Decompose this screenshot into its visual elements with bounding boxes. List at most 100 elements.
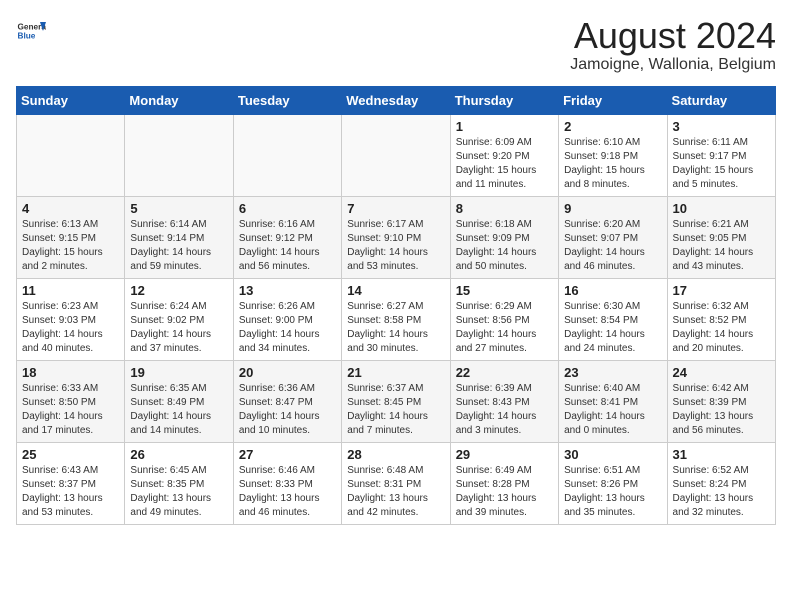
- calendar-cell: 28 Sunrise: 6:48 AM Sunset: 8:31 PM Dayli…: [342, 442, 450, 524]
- day-info: Sunrise: 6:35 AM Sunset: 8:49 PM Dayligh…: [130, 382, 227, 438]
- weekday-header-tuesday: Tuesday: [233, 86, 341, 114]
- calendar-cell: [342, 114, 450, 196]
- day-info: Sunrise: 6:32 AM Sunset: 8:52 PM Dayligh…: [673, 300, 770, 356]
- day-info: Sunrise: 6:43 AM Sunset: 8:37 PM Dayligh…: [22, 464, 119, 520]
- day-number: 31: [673, 447, 770, 462]
- day-number: 2: [564, 119, 661, 134]
- day-info: Sunrise: 6:42 AM Sunset: 8:39 PM Dayligh…: [673, 382, 770, 438]
- day-number: 5: [130, 201, 227, 216]
- day-info: Sunrise: 6:16 AM Sunset: 9:12 PM Dayligh…: [239, 218, 336, 274]
- day-info: Sunrise: 6:30 AM Sunset: 8:54 PM Dayligh…: [564, 300, 661, 356]
- calendar-cell: [233, 114, 341, 196]
- day-info: Sunrise: 6:40 AM Sunset: 8:41 PM Dayligh…: [564, 382, 661, 438]
- calendar-cell: 2 Sunrise: 6:10 AM Sunset: 9:18 PM Daylig…: [559, 114, 667, 196]
- calendar-cell: 31Sunrise: 6:52 AM Sunset: 8:24 PM Dayli…: [667, 442, 775, 524]
- calendar-cell: 21Sunrise: 6:37 AM Sunset: 8:45 PM Dayli…: [342, 360, 450, 442]
- day-number: 16: [564, 283, 661, 298]
- day-info: Sunrise: 6:33 AM Sunset: 8:50 PM Dayligh…: [22, 382, 119, 438]
- day-number: 14: [347, 283, 444, 298]
- calendar-week-row: 4Sunrise: 6:13 AM Sunset: 9:15 PM Daylig…: [17, 196, 776, 278]
- title-block: August 2024 Jamoigne, Wallonia, Belgium: [570, 16, 776, 74]
- calendar-cell: 13 Sunrise: 6:26 AM Sunset: 9:00 PM Dayli…: [233, 278, 341, 360]
- calendar-cell: [17, 114, 125, 196]
- day-info: Sunrise: 6:36 AM Sunset: 8:47 PM Dayligh…: [239, 382, 336, 438]
- calendar-cell: 23 Sunrise: 6:40 AM Sunset: 8:41 PM Dayli…: [559, 360, 667, 442]
- calendar-week-row: 25 Sunrise: 6:43 AM Sunset: 8:37 PM Dayli…: [17, 442, 776, 524]
- day-number: 15: [456, 283, 553, 298]
- day-info: Sunrise: 6:24 AM Sunset: 9:02 PM Dayligh…: [130, 300, 227, 356]
- calendar-cell: 24Sunrise: 6:42 AM Sunset: 8:39 PM Dayli…: [667, 360, 775, 442]
- calendar-cell: 3Sunrise: 6:11 AM Sunset: 9:17 PM Daylig…: [667, 114, 775, 196]
- day-number: 11: [22, 283, 119, 298]
- day-info: Sunrise: 6:51 AM Sunset: 8:26 PM Dayligh…: [564, 464, 661, 520]
- day-number: 28: [347, 447, 444, 462]
- calendar-cell: 10Sunrise: 6:21 AM Sunset: 9:05 PM Dayli…: [667, 196, 775, 278]
- day-info: Sunrise: 6:39 AM Sunset: 8:43 PM Dayligh…: [456, 382, 553, 438]
- day-number: 25: [22, 447, 119, 462]
- day-info: Sunrise: 6:17 AM Sunset: 9:10 PM Dayligh…: [347, 218, 444, 274]
- day-info: Sunrise: 6:10 AM Sunset: 9:18 PM Dayligh…: [564, 136, 661, 192]
- calendar-cell: 8 Sunrise: 6:18 AM Sunset: 9:09 PM Daylig…: [450, 196, 558, 278]
- weekday-header-wednesday: Wednesday: [342, 86, 450, 114]
- day-number: 6: [239, 201, 336, 216]
- day-number: 18: [22, 365, 119, 380]
- day-number: 1: [456, 119, 553, 134]
- day-info: Sunrise: 6:23 AM Sunset: 9:03 PM Dayligh…: [22, 300, 119, 356]
- calendar-cell: 27 Sunrise: 6:46 AM Sunset: 8:33 PM Dayli…: [233, 442, 341, 524]
- day-number: 23: [564, 365, 661, 380]
- day-info: Sunrise: 6:48 AM Sunset: 8:31 PM Dayligh…: [347, 464, 444, 520]
- calendar-cell: 5 Sunrise: 6:14 AM Sunset: 9:14 PM Daylig…: [125, 196, 233, 278]
- weekday-header-sunday: Sunday: [17, 86, 125, 114]
- day-info: Sunrise: 6:27 AM Sunset: 8:58 PM Dayligh…: [347, 300, 444, 356]
- day-number: 29: [456, 447, 553, 462]
- day-info: Sunrise: 6:14 AM Sunset: 9:14 PM Dayligh…: [130, 218, 227, 274]
- calendar-cell: 26Sunrise: 6:45 AM Sunset: 8:35 PM Dayli…: [125, 442, 233, 524]
- calendar-cell: 9Sunrise: 6:20 AM Sunset: 9:07 PM Daylig…: [559, 196, 667, 278]
- day-number: 8: [456, 201, 553, 216]
- day-info: Sunrise: 6:13 AM Sunset: 9:15 PM Dayligh…: [22, 218, 119, 274]
- calendar-cell: 12 Sunrise: 6:24 AM Sunset: 9:02 PM Dayli…: [125, 278, 233, 360]
- day-number: 7: [347, 201, 444, 216]
- calendar-cell: 22Sunrise: 6:39 AM Sunset: 8:43 PM Dayli…: [450, 360, 558, 442]
- location: Jamoigne, Wallonia, Belgium: [570, 56, 776, 74]
- calendar-cell: 29 Sunrise: 6:49 AM Sunset: 8:28 PM Dayli…: [450, 442, 558, 524]
- calendar-cell: 18 Sunrise: 6:33 AM Sunset: 8:50 PM Dayli…: [17, 360, 125, 442]
- svg-text:Blue: Blue: [18, 32, 36, 41]
- weekday-header-monday: Monday: [125, 86, 233, 114]
- calendar-cell: 30 Sunrise: 6:51 AM Sunset: 8:26 PM Dayli…: [559, 442, 667, 524]
- day-number: 27: [239, 447, 336, 462]
- logo: General Blue: [16, 16, 46, 46]
- day-number: 3: [673, 119, 770, 134]
- day-info: Sunrise: 6:29 AM Sunset: 8:56 PM Dayligh…: [456, 300, 553, 356]
- calendar-cell: [125, 114, 233, 196]
- calendar-table: SundayMondayTuesdayWednesdayThursdayFrid…: [16, 86, 776, 525]
- day-number: 19: [130, 365, 227, 380]
- calendar-cell: 4Sunrise: 6:13 AM Sunset: 9:15 PM Daylig…: [17, 196, 125, 278]
- calendar-cell: 11 Sunrise: 6:23 AM Sunset: 9:03 PM Dayli…: [17, 278, 125, 360]
- calendar-week-row: 18 Sunrise: 6:33 AM Sunset: 8:50 PM Dayli…: [17, 360, 776, 442]
- day-info: Sunrise: 6:45 AM Sunset: 8:35 PM Dayligh…: [130, 464, 227, 520]
- calendar-cell: 19 Sunrise: 6:35 AM Sunset: 8:49 PM Dayli…: [125, 360, 233, 442]
- day-info: Sunrise: 6:09 AM Sunset: 9:20 PM Dayligh…: [456, 136, 553, 192]
- day-info: Sunrise: 6:18 AM Sunset: 9:09 PM Dayligh…: [456, 218, 553, 274]
- day-info: Sunrise: 6:21 AM Sunset: 9:05 PM Dayligh…: [673, 218, 770, 274]
- calendar-cell: 17Sunrise: 6:32 AM Sunset: 8:52 PM Dayli…: [667, 278, 775, 360]
- calendar-cell: 1 Sunrise: 6:09 AM Sunset: 9:20 PM Daylig…: [450, 114, 558, 196]
- day-number: 12: [130, 283, 227, 298]
- day-number: 9: [564, 201, 661, 216]
- calendar-cell: 16 Sunrise: 6:30 AM Sunset: 8:54 PM Dayli…: [559, 278, 667, 360]
- weekday-header-friday: Friday: [559, 86, 667, 114]
- day-info: Sunrise: 6:49 AM Sunset: 8:28 PM Dayligh…: [456, 464, 553, 520]
- day-number: 13: [239, 283, 336, 298]
- calendar-cell: 15 Sunrise: 6:29 AM Sunset: 8:56 PM Dayli…: [450, 278, 558, 360]
- day-info: Sunrise: 6:46 AM Sunset: 8:33 PM Dayligh…: [239, 464, 336, 520]
- day-number: 21: [347, 365, 444, 380]
- page-header: General Blue August 2024 Jamoigne, Wallo…: [16, 16, 776, 74]
- month-title: August 2024: [570, 16, 776, 56]
- day-number: 30: [564, 447, 661, 462]
- day-info: Sunrise: 6:26 AM Sunset: 9:00 PM Dayligh…: [239, 300, 336, 356]
- logo-icon: General Blue: [16, 16, 46, 46]
- calendar-cell: 20Sunrise: 6:36 AM Sunset: 8:47 PM Dayli…: [233, 360, 341, 442]
- weekday-header-row: SundayMondayTuesdayWednesdayThursdayFrid…: [17, 86, 776, 114]
- calendar-cell: 6 Sunrise: 6:16 AM Sunset: 9:12 PM Daylig…: [233, 196, 341, 278]
